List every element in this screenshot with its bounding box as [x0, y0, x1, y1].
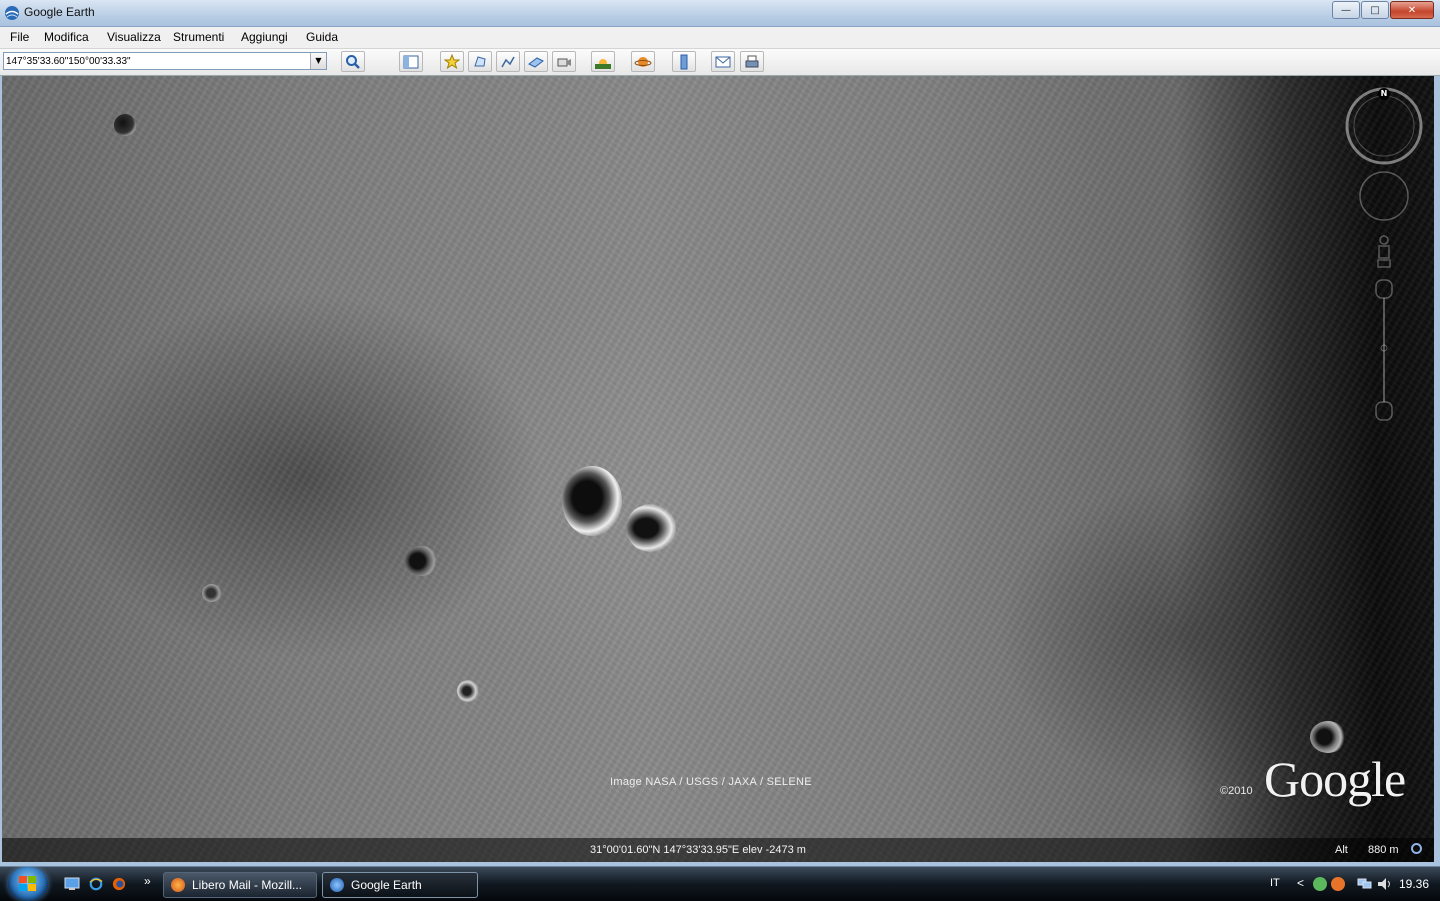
zoom-slider[interactable] [1372, 278, 1396, 422]
imagery-attribution: Image NASA / USGS / JAXA / SELENE [610, 776, 812, 788]
tray-expand-button[interactable]: < [1297, 876, 1304, 890]
north-indicator[interactable]: N [1378, 88, 1390, 100]
close-button[interactable]: ✕ [1390, 1, 1434, 19]
taskbar-item-label: Libero Mail - Mozill... [192, 878, 303, 892]
crater [457, 680, 479, 702]
network-icon[interactable] [1357, 877, 1373, 891]
crater [114, 114, 136, 136]
tray-app-icon[interactable] [1313, 877, 1327, 891]
placemark-icon [444, 53, 460, 69]
planet-switch-icon [634, 56, 652, 67]
search-box[interactable]: ▼ [3, 52, 327, 70]
menu-strumenti[interactable]: Strumenti [173, 30, 224, 44]
windows-taskbar: » Libero Mail - Mozill... Google Earth I… [0, 866, 1440, 901]
print-button[interactable] [740, 51, 764, 72]
firefox-icon[interactable] [111, 877, 127, 891]
image-overlay-icon [528, 56, 544, 68]
search-dropdown-button[interactable]: ▼ [310, 53, 326, 69]
crater [1310, 721, 1346, 753]
toolbar: ▼ [0, 49, 1440, 76]
taskbar-item-label: Google Earth [351, 878, 422, 892]
switch-planet-button[interactable] [631, 51, 655, 72]
maximize-button[interactable]: □ [1361, 1, 1389, 19]
record-tour-icon [557, 58, 571, 66]
internet-explorer-icon[interactable] [88, 877, 104, 891]
volume-icon[interactable] [1377, 877, 1393, 891]
menu-aggiungi[interactable]: Aggiungi [241, 30, 288, 44]
print-icon [745, 55, 759, 67]
sidebar-toggle-icon [403, 55, 419, 68]
language-indicator[interactable]: IT [1270, 877, 1280, 889]
altitude-value: 880 m [1368, 844, 1399, 856]
email-button[interactable] [711, 51, 735, 72]
taskbar-item-google-earth[interactable]: Google Earth [322, 872, 478, 898]
map-status-bar: 31°00'01.60"N 147°33'33.95"E elev -2473 … [2, 838, 1434, 862]
window-controls: — □ ✕ [1331, 1, 1434, 19]
polygon-icon [474, 55, 486, 66]
add-path-button[interactable] [496, 51, 520, 72]
add-placemark-button[interactable] [440, 51, 464, 72]
street-view-pegman-icon[interactable] [1374, 234, 1394, 270]
search-button[interactable] [341, 51, 365, 72]
firefox-icon [171, 878, 185, 892]
crater [626, 504, 676, 552]
move-joystick[interactable] [1358, 170, 1410, 222]
email-icon [715, 56, 731, 67]
pointer-coordinates: 31°00'01.60"N 147°33'33.95"E elev -2473 … [590, 844, 806, 856]
crater [562, 466, 622, 536]
add-image-overlay-button[interactable] [524, 51, 548, 72]
path-icon [501, 56, 515, 67]
start-button[interactable] [8, 867, 48, 901]
show-desktop-icon[interactable] [64, 877, 80, 891]
sunlight-button[interactable] [591, 51, 615, 72]
streaming-progress-icon [1411, 843, 1422, 854]
system-clock[interactable]: 19.36 [1399, 877, 1429, 891]
google-earth-icon [330, 878, 344, 892]
menu-modifica[interactable]: Modifica [44, 30, 89, 44]
menu-file[interactable]: File [10, 30, 29, 44]
menu-bar: File Modifica Visualizza Strumenti Aggiu… [0, 27, 1440, 49]
google-logo: Google [1264, 751, 1406, 807]
copyright-notice: ©2010 [1220, 785, 1253, 797]
search-input[interactable] [6, 54, 306, 68]
minimize-button[interactable]: — [1332, 1, 1360, 19]
tray-app-icon[interactable] [1331, 877, 1345, 891]
menu-guida[interactable]: Guida [306, 30, 338, 44]
altitude-label: Alt [1335, 844, 1348, 856]
menu-visualizza[interactable]: Visualizza [107, 30, 161, 44]
sunlight-icon [595, 58, 611, 69]
google-earth-app-icon [5, 6, 19, 20]
add-polygon-button[interactable] [468, 51, 492, 72]
ruler-button[interactable] [672, 51, 696, 72]
map-view[interactable]: N Image NASA / USGS / JAXA / SELENE ©201… [2, 76, 1434, 862]
window-title: Google Earth [24, 5, 95, 19]
sidebar-toggle-button[interactable] [399, 51, 423, 72]
window-frame-right [1434, 76, 1440, 862]
navigation-controls: N [1344, 84, 1424, 424]
crater [202, 584, 222, 602]
taskbar-item-libero-mail[interactable]: Libero Mail - Mozill... [163, 872, 317, 898]
ruler-icon [680, 54, 688, 69]
magnifier-icon [346, 54, 360, 69]
record-tour-button[interactable] [552, 51, 576, 72]
window-titlebar[interactable]: Google Earth — □ ✕ [0, 0, 1440, 27]
quick-launch-more-button[interactable]: » [144, 874, 151, 888]
crater [404, 546, 438, 576]
windows-logo-icon [19, 876, 36, 891]
